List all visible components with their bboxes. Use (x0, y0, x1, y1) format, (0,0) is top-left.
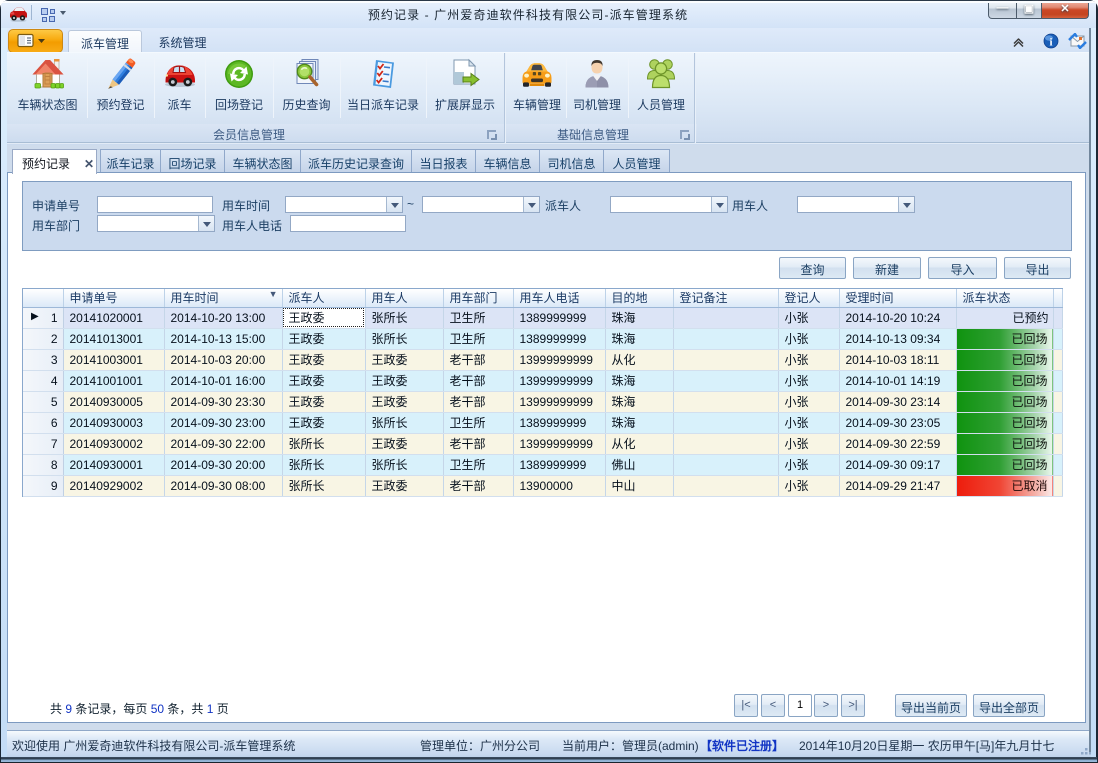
svg-text:i: i (1049, 37, 1052, 49)
